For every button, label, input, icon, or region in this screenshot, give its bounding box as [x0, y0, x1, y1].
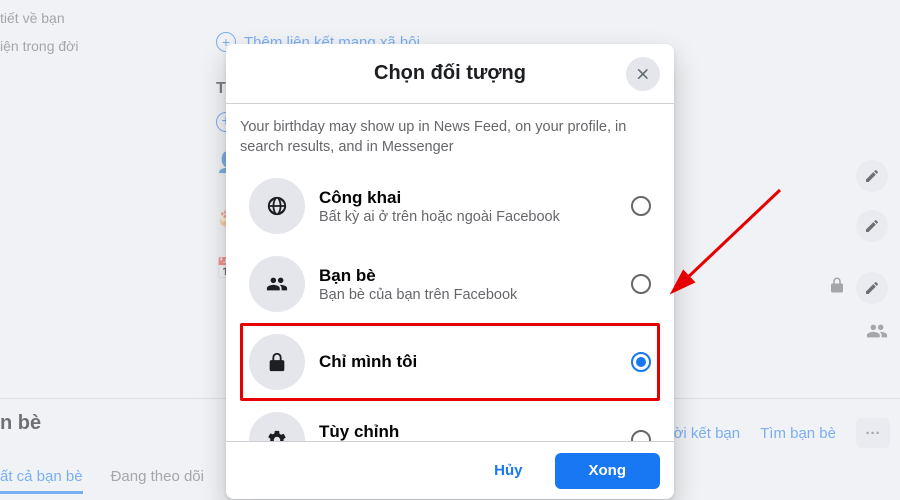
option-title: Bạn bè	[319, 266, 617, 286]
audience-option-only-me[interactable]: Chỉ mình tôi	[240, 323, 660, 401]
audience-option-public[interactable]: Công khai Bất kỳ ai ở trên hoặc ngoài Fa…	[240, 167, 660, 245]
close-button[interactable]	[626, 57, 660, 91]
cancel-button[interactable]: Hủy	[470, 453, 546, 489]
option-title: Chỉ mình tôi	[319, 352, 617, 372]
lock-icon	[249, 334, 305, 390]
edit-button[interactable]	[856, 272, 888, 304]
option-title: Công khai	[319, 188, 617, 208]
radio-indicator	[631, 196, 651, 216]
friends-icon	[249, 256, 305, 312]
tab-following[interactable]: Đang theo dõi	[111, 468, 204, 494]
find-friends-link[interactable]: Tìm bạn bè	[760, 425, 836, 442]
radio-indicator	[631, 352, 651, 372]
lock-icon	[828, 276, 846, 299]
audience-selector-modal: Chọn đối tượng Your birthday may show up…	[226, 44, 674, 499]
done-button[interactable]: Xong	[555, 453, 661, 489]
bg-left-item: tiết về bạn	[0, 4, 200, 32]
audience-option-friends[interactable]: Bạn bè Bạn bè của bạn trên Facebook	[240, 245, 660, 323]
edit-button[interactable]	[856, 210, 888, 242]
radio-indicator	[631, 274, 651, 294]
option-subtitle: Bạn bè của bạn trên Facebook	[319, 287, 617, 303]
tab-all-friends[interactable]: ất cả bạn bè	[0, 468, 83, 494]
close-icon	[635, 66, 651, 82]
friends-heading: n bè	[0, 412, 41, 435]
modal-footer: Hủy Xong	[226, 441, 674, 499]
globe-icon	[249, 178, 305, 234]
option-title: Tùy chỉnh	[319, 422, 617, 441]
radio-indicator	[631, 430, 651, 441]
modal-body: Your birthday may show up in News Feed, …	[226, 104, 674, 441]
modal-header: Chọn đối tượng	[226, 44, 674, 104]
modal-title: Chọn đối tượng	[374, 62, 526, 85]
bg-left-item: iện trong đời	[0, 32, 200, 60]
option-subtitle: Bất kỳ ai ở trên hoặc ngoài Facebook	[319, 209, 617, 225]
friends-icon	[866, 320, 888, 347]
audience-option-custom[interactable]: Tùy chỉnh Bao gồm và loại trừ bạn bè, da…	[240, 401, 660, 441]
edit-button[interactable]	[856, 160, 888, 192]
more-button[interactable]: ···	[856, 418, 890, 448]
gear-icon	[249, 412, 305, 441]
modal-description: Your birthday may show up in News Feed, …	[240, 118, 660, 157]
